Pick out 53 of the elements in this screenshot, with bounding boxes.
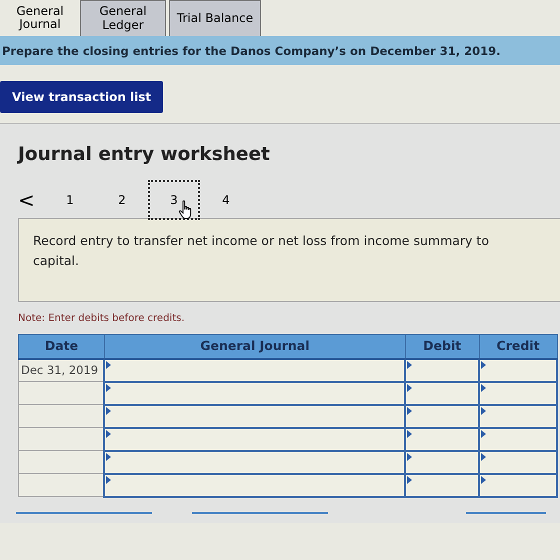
- dropdown-marker-icon: [106, 430, 112, 438]
- dropdown-marker-icon: [407, 476, 412, 484]
- dropdown-marker-icon: [407, 430, 412, 438]
- tab[interactable]: General Ledger: [80, 0, 166, 36]
- column-header: Credit: [479, 334, 557, 359]
- page-tab[interactable]: 1: [44, 180, 96, 220]
- account-field[interactable]: [104, 382, 406, 405]
- credit-field[interactable]: [479, 474, 557, 497]
- credit-field[interactable]: [479, 358, 557, 382]
- instruction-text: Record entry to transfer net income or net loss from income summary to capital.: [33, 233, 489, 268]
- debit-field[interactable]: [405, 358, 480, 382]
- dropdown-marker-icon: [106, 476, 112, 484]
- page-tab[interactable]: 2: [96, 180, 148, 220]
- previous-button[interactable]: <: [18, 185, 44, 216]
- page-tab[interactable]: 4: [200, 180, 252, 220]
- dropdown-marker-icon: [106, 384, 112, 392]
- dropdown-marker-icon: [106, 452, 112, 461]
- dropdown-marker-icon: [481, 452, 486, 461]
- dropdown-marker-icon: [481, 430, 486, 438]
- account-field[interactable]: [104, 450, 406, 474]
- dropdown-marker-icon: [481, 406, 486, 415]
- column-header: General Journal: [104, 334, 406, 359]
- account-field[interactable]: [104, 358, 406, 382]
- dropdown-marker-icon: [106, 360, 112, 369]
- dropdown-marker-icon: [106, 406, 112, 415]
- account-field[interactable]: [104, 428, 406, 451]
- date-cell: Dec 31, 2019: [18, 358, 104, 382]
- dropdown-marker-icon: [407, 360, 412, 369]
- account-field[interactable]: [104, 474, 406, 497]
- debit-field[interactable]: [405, 382, 480, 405]
- credit-field[interactable]: [479, 382, 557, 405]
- debit-field[interactable]: [405, 404, 480, 428]
- credit-field[interactable]: [479, 404, 557, 428]
- instruction-banner: Prepare the closing entries for the Danos Company’s on December 31, 2019.: [0, 36, 560, 65]
- column-header: Debit: [405, 334, 480, 359]
- dropdown-marker-icon: [481, 360, 486, 369]
- dropdown-marker-icon: [481, 384, 486, 392]
- debit-field[interactable]: [405, 474, 480, 497]
- worksheet-title: Journal entry worksheet: [18, 144, 271, 166]
- debit-field[interactable]: [405, 428, 480, 451]
- note-text: Note: Enter debits before credits.: [18, 312, 186, 326]
- dropdown-marker-icon: [407, 384, 412, 392]
- account-field[interactable]: [104, 404, 406, 428]
- view-transaction-list-button[interactable]: View transaction list: [0, 81, 164, 113]
- tab[interactable]: Trial Balance: [169, 0, 261, 36]
- debit-field[interactable]: [405, 450, 480, 474]
- column-header: Date: [18, 334, 104, 359]
- dropdown-marker-icon: [407, 452, 412, 461]
- credit-field[interactable]: [479, 428, 557, 451]
- dropdown-marker-icon: [407, 406, 412, 415]
- dropdown-marker-icon: [481, 476, 486, 484]
- hand-cursor-icon: [178, 200, 194, 220]
- credit-field[interactable]: [479, 450, 557, 474]
